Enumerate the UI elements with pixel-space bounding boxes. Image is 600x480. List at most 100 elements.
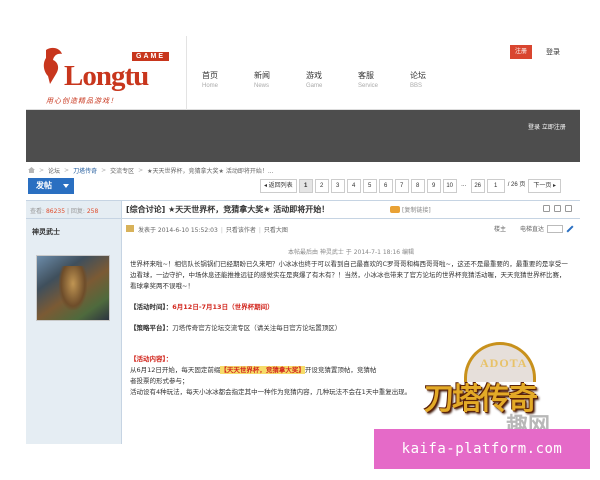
print-icon[interactable] (543, 205, 550, 212)
page-link[interactable]: 8 (410, 179, 425, 193)
nav-sublabel: Game (306, 83, 323, 89)
user-bar: 登录 立即注册 (26, 110, 580, 162)
page-link[interactable]: 10 (442, 179, 457, 193)
event-platform: 【策略平台】：刀塔传奇官方论坛交流专区（请关注每日官方论坛置顶区） (130, 323, 570, 334)
event-content-heading: 【活动内容】： (130, 355, 173, 363)
longtu-logo[interactable]: GAME Longtu 用心创造精品游戏！ (40, 46, 180, 106)
views-label: 查看: (30, 208, 45, 215)
author-sidebar: 查看: 86235 | 回复: 258 神灵武士 (26, 201, 122, 444)
nav-item-home[interactable]: 首页 Home (202, 70, 254, 89)
thread-stats: 查看: 86235 | 回复: 258 (26, 201, 121, 219)
page-link[interactable]: 9 (426, 179, 441, 193)
prev-thread-icon[interactable] (554, 205, 561, 212)
avatar[interactable] (36, 255, 110, 321)
meta-divider: | (258, 227, 261, 234)
edit-note: 本帖最后由 神灵武士 于 2014-7-1 18:16 编辑 (287, 249, 415, 256)
site-header: GAME Longtu 用心创造精品游戏！ 首页 Home 新闻 News 游戏… (26, 36, 580, 110)
breadcrumb: > 论坛 > 刀塔传奇 > 交流专区 > ★天天世界杯，竞猜拿大奖★ 活动即将开… (28, 164, 568, 176)
copy-link-label: [复制链接] (402, 207, 431, 214)
event-content-text: 从6月12日开始，每天固定前缀 (130, 366, 221, 374)
game-logo-top-text: ADOTA (480, 356, 528, 370)
register-button[interactable]: 注册 (510, 45, 532, 59)
nav-sublabel: BBS (410, 83, 423, 89)
page-jump-input[interactable]: 1 (486, 179, 505, 193)
total-pages: / 26 页 (506, 179, 527, 193)
pagination: ◂ 返回列表 1 2 3 4 5 6 7 8 9 10 ... 26 1 / 2… (260, 179, 562, 193)
nav-item-game[interactable]: 游戏 Game (306, 70, 358, 89)
nav-item-service[interactable]: 客服 Service (358, 70, 410, 89)
event-platform-value: 刀塔传奇官方论坛交流专区（请关注每日官方论坛置顶区） (172, 324, 342, 332)
page-link[interactable]: 5 (362, 179, 377, 193)
breadcrumb-separator: > (101, 166, 107, 174)
login-button[interactable]: 登录 (546, 45, 560, 59)
nav-sublabel: News (254, 83, 270, 89)
event-platform-label: 【策略平台】： (130, 324, 173, 332)
jump-label: 电梯直达 (519, 226, 544, 233)
breadcrumb-item-board[interactable]: 交流专区 (110, 166, 134, 175)
floor-tools: 楼主 电梯直达 (494, 224, 574, 233)
replies-count: 258 (86, 208, 99, 215)
link-icon (390, 206, 400, 213)
post-intro: 世界杯来啦~！相信队长锅锅们已经期盼已久来吧？小冰冰也终于可以看到自己最喜欢的C… (130, 260, 568, 290)
floor-jump-input[interactable] (547, 224, 563, 233)
chevron-down-icon (63, 184, 69, 188)
page-link[interactable]: 1 (298, 179, 313, 193)
logo-wordmark: Longtu (64, 60, 149, 92)
nav-item-news[interactable]: 新闻 News (254, 70, 306, 89)
nav-label: 首页 (202, 71, 218, 80)
thread-toolbar: 发帖 ◂ 返回列表 1 2 3 4 5 6 7 8 9 10 ... 26 1 … (26, 178, 580, 196)
nav-label: 新闻 (254, 71, 270, 80)
new-post-label: 发帖 (36, 181, 52, 190)
views-count: 86235 (45, 208, 66, 215)
page-link-last[interactable]: 26 (470, 179, 485, 193)
nav-item-bbs[interactable]: 论坛 BBS (410, 70, 462, 89)
login-register-link[interactable]: 登录 立即注册 (528, 122, 566, 131)
next-page-button[interactable]: 下一页 ▸ (528, 179, 562, 193)
page-ellipsis: ... (458, 179, 469, 193)
author-name[interactable]: 神灵武士 (26, 219, 121, 237)
event-time-value: 6月12日-7月13日（世界杯期间） (172, 303, 274, 311)
page-link[interactable]: 7 (394, 179, 409, 193)
thread-title: [综合讨论] ★天天世界杯，竞猜拿大奖★ 活动即将开始！ (126, 205, 330, 214)
event-content-text: 开设竞猜置顶帖，竞猜帖 (304, 366, 377, 374)
back-to-list-button[interactable]: ◂ 返回列表 (260, 179, 297, 193)
new-post-button[interactable]: 发帖 (28, 178, 74, 194)
page-link[interactable]: 4 (346, 179, 361, 193)
breadcrumb-item-game[interactable]: 刀塔传奇 (73, 166, 97, 175)
nav-sublabel: Home (202, 83, 219, 89)
meta-divider: | (220, 227, 223, 234)
breadcrumb-separator: > (39, 166, 45, 174)
title-tools (543, 205, 572, 212)
thread-title-bar: [综合讨论] ★天天世界杯，竞猜拿大奖★ 活动即将开始！ [复制链接] (122, 201, 580, 219)
post-meta: 发表于 2014-6-10 15:52:03 | 只看该作者 | 只看大图 楼主 电梯直… (122, 223, 580, 237)
only-author-link[interactable]: 只看该作者 (226, 227, 256, 234)
copy-link-button[interactable]: [复制链接] (390, 205, 431, 214)
watermark-banner: kaifa-platform.com (374, 429, 590, 469)
nav-label: 客服 (358, 71, 374, 80)
page-link[interactable]: 2 (314, 179, 329, 193)
replies-label: 回复: (70, 208, 85, 215)
logo-slogan: 用心创造精品游戏！ (46, 97, 118, 105)
breadcrumb-item-forum[interactable]: 论坛 (48, 166, 60, 175)
event-time: 【活动时间】：6月12日-7月13日（世界杯期间） (130, 302, 570, 313)
pen-icon[interactable] (566, 224, 574, 233)
event-time-label: 【活动时间】： (130, 303, 173, 311)
post-date: 发表于 2014-6-10 15:52:03 (138, 227, 218, 234)
home-icon[interactable] (28, 167, 35, 173)
breadcrumb-separator: > (64, 166, 70, 174)
floor-label: 楼主 (493, 226, 506, 233)
next-thread-icon[interactable] (565, 205, 572, 212)
dota-legend-game-logo: ADOTA 刀塔传奇 趣网 (418, 338, 578, 439)
event-prefix-highlight: 【天天世界杯，竞猜拿大奖】 (220, 366, 305, 374)
page-link[interactable]: 3 (330, 179, 345, 193)
only-images-link[interactable]: 只看大图 (264, 227, 288, 234)
header-divider (186, 36, 187, 110)
breadcrumb-separator: > (138, 166, 144, 174)
main-nav: 首页 Home 新闻 News 游戏 Game 客服 Service 论坛 BB… (202, 70, 462, 89)
post-icon (126, 225, 134, 232)
breadcrumb-item-thread[interactable]: ★天天世界杯，竞猜拿大奖★ 活动即将开始！... (147, 166, 273, 175)
nav-sublabel: Service (358, 83, 379, 89)
page-link[interactable]: 6 (378, 179, 393, 193)
